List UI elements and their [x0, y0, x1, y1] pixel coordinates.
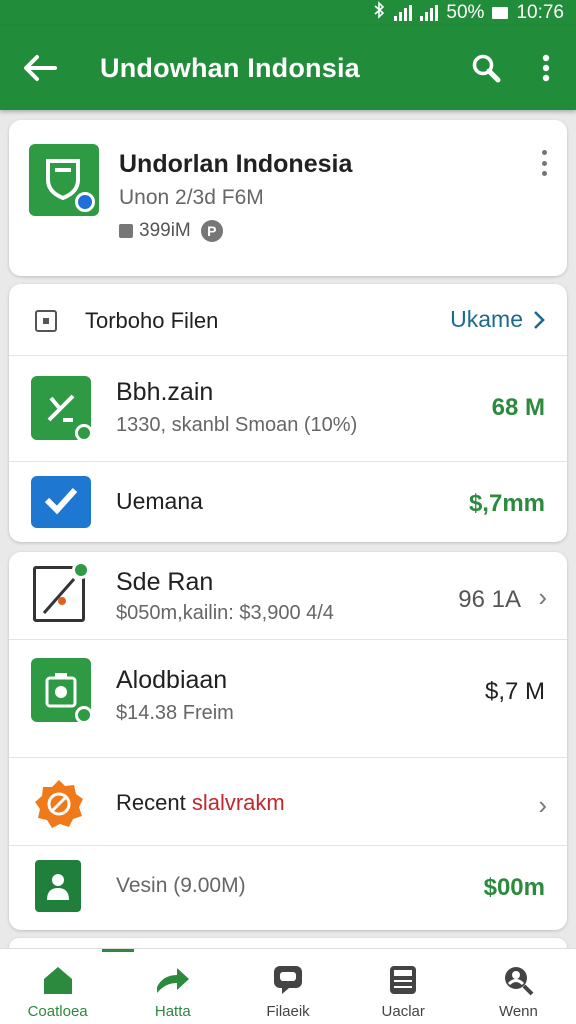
nav-item-chat[interactable]: Filaeik: [230, 949, 345, 1024]
more-options-button[interactable]: [516, 26, 576, 110]
item-value: 96 1A: [458, 586, 521, 613]
search-button[interactable]: [456, 26, 516, 110]
more-vert-icon: [542, 54, 550, 82]
checkbox-icon: [35, 310, 57, 332]
nav-label: Filaeik: [266, 1003, 310, 1020]
nav-label: Wenn: [498, 1003, 538, 1020]
item-value: $00m: [483, 874, 545, 901]
page-title: Undowhan Indonsia: [100, 52, 360, 83]
section-link[interactable]: Ukame: [450, 306, 545, 333]
battery-icon: [492, 7, 509, 19]
arrow-left-icon: [24, 55, 57, 81]
slides-tile-icon: [33, 561, 90, 622]
item-value: 68 M: [491, 394, 545, 421]
nav-label: Coatloea: [27, 1003, 88, 1020]
item-title: Uemana: [116, 488, 203, 514]
item-title: Alodbiaan: [116, 666, 228, 694]
battery-percent: 50%: [446, 2, 485, 23]
list-item[interactable]: Recent slalvrakm ›: [9, 758, 567, 846]
calculator-icon: [385, 963, 421, 997]
list-item[interactable]: Uemana $,7mm: [9, 462, 567, 542]
item-value: $,7mm: [468, 490, 545, 517]
back-button[interactable]: [0, 26, 80, 110]
item-title: Recent slalvrakm: [116, 790, 285, 816]
item-subtitle: $050m,kailin: $3,900 4/4: [116, 602, 334, 624]
app-tile-icon: [31, 376, 93, 442]
nav-item-calculator[interactable]: Uaclar: [346, 949, 461, 1024]
nav-label: Hatta: [154, 1003, 191, 1020]
signal-icon-2: [420, 5, 439, 21]
nav-item-profile[interactable]: Wenn: [461, 949, 576, 1024]
camera-tile-icon: [31, 658, 93, 724]
app-subtitle: Unon 2/3d F6M: [119, 186, 264, 209]
app-bar: Undowhan Indonsia: [0, 26, 576, 110]
app-size-value: 399iM: [139, 220, 191, 241]
search-icon: [472, 54, 501, 83]
nav-item-home[interactable]: Coatloea: [0, 949, 115, 1024]
nav-label: Uaclar: [381, 1003, 425, 1020]
section-link-label: Ukame: [450, 306, 523, 332]
item-title: Vesin (9.00M): [116, 874, 246, 897]
list-item[interactable]: Bbh.zain 1330, skanbl Smoan (10%) 68 M: [9, 356, 567, 462]
signal-icon: [394, 5, 413, 21]
bluetooth-icon: [372, 1, 386, 25]
item-value: $,7 M: [484, 678, 545, 705]
app-size: 399iM P: [119, 220, 223, 242]
shield-icon: [46, 159, 80, 200]
list-item[interactable]: Vesin (9.00M) $00m: [9, 846, 567, 930]
status-bar: 50% 10:76: [0, 0, 576, 26]
profile-search-icon: [500, 963, 536, 997]
share-arrow-icon: [155, 963, 191, 997]
chevron-right-icon: ›: [538, 790, 547, 820]
chevron-right-icon: [534, 310, 545, 329]
app-info-card[interactable]: Undorlan Indonesia Unon 2/3d F6M 399iM P: [9, 120, 567, 276]
active-indicator: [102, 949, 134, 952]
size-badge: P: [200, 220, 223, 242]
app-name: Undorlan Indonesia: [119, 150, 353, 178]
bottom-nav: Coatloea Hatta Filaeik Uaclar Wenn: [0, 948, 576, 1024]
app-icon: [29, 144, 99, 216]
transactions-card: Sde Ran $050m,kailin: $3,900 4/4 96 1A ›…: [9, 552, 567, 930]
contact-tile-icon: [35, 860, 81, 912]
verified-badge-icon: [75, 192, 95, 212]
section-header: Torboho Filen Ukame: [9, 284, 567, 356]
item-title: Sde Ran: [116, 568, 214, 596]
item-subtitle: 1330, skanbl Smoan (10%): [116, 414, 358, 436]
home-icon: [40, 963, 76, 997]
package-icon: [119, 224, 133, 238]
item-title-accent: slalvrakm: [191, 790, 285, 815]
item-title: Bbh.zain: [116, 378, 214, 406]
item-title-prefix: Recent: [116, 790, 192, 815]
nav-item-share[interactable]: Hatta: [115, 949, 230, 1024]
clock: 10:76: [516, 2, 564, 23]
chat-icon: [270, 963, 306, 997]
list-item[interactable]: Alodbiaan $14.38 Freim $,7 M: [9, 640, 567, 758]
list-item[interactable]: Sde Ran $050m,kailin: $3,900 4/4 96 1A ›: [9, 552, 567, 640]
card-menu-button[interactable]: [539, 150, 549, 176]
item-subtitle: $14.38 Freim: [116, 702, 234, 724]
section-title: Torboho Filen: [85, 308, 219, 333]
check-tile-icon: [31, 476, 91, 528]
badge-tile-icon: [33, 778, 85, 830]
chevron-right-icon: ›: [538, 582, 547, 612]
files-section-card: Torboho Filen Ukame Bbh.zain 1330, skanb…: [9, 284, 567, 542]
